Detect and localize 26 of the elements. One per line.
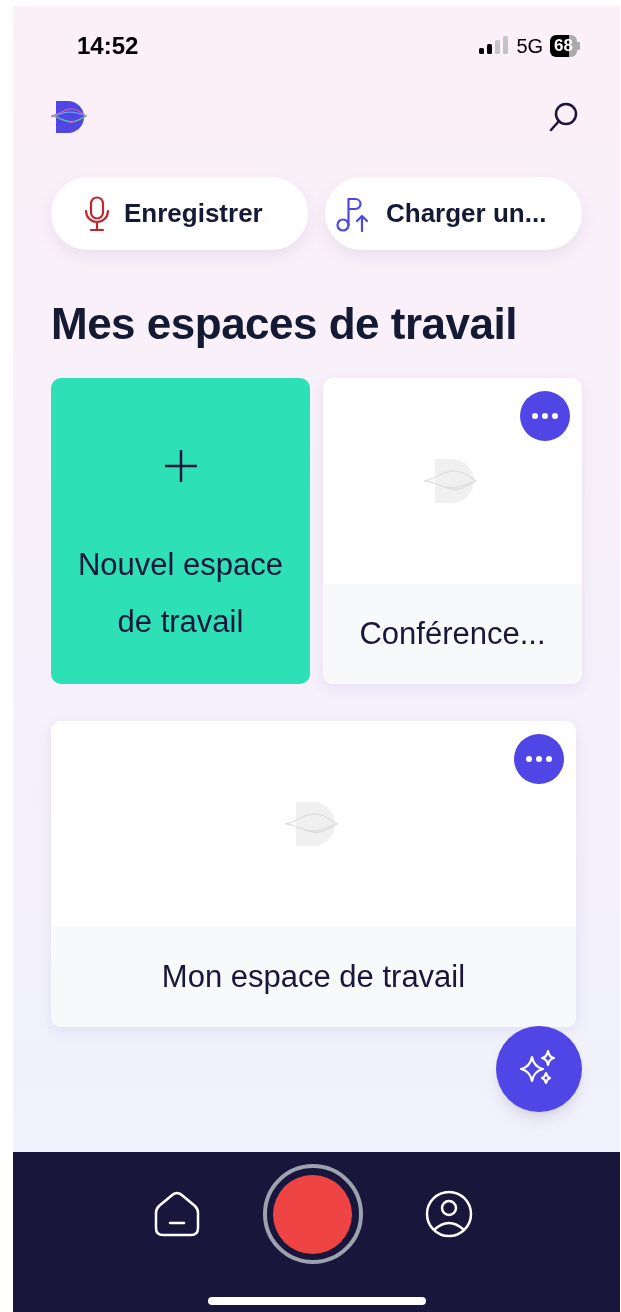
record-button[interactable]: Enregistrer — [51, 177, 308, 250]
more-options-button[interactable] — [520, 391, 570, 441]
plus-icon — [162, 448, 199, 484]
record-tab-button[interactable] — [262, 1164, 363, 1264]
more-icon — [532, 413, 558, 419]
home-icon — [152, 1190, 201, 1238]
user-icon — [424, 1190, 473, 1238]
search-icon[interactable] — [548, 101, 580, 133]
status-time: 14:52 — [77, 31, 139, 61]
battery-tip-icon — [577, 42, 580, 50]
microphone-icon — [84, 195, 110, 232]
card-title: Nouvel espace de travail — [76, 546, 285, 641]
app-logo — [51, 100, 89, 134]
page-title: Mes espaces de travail — [50, 298, 518, 350]
card-title: Conférence... — [359, 614, 546, 653]
more-icon — [526, 756, 552, 762]
home-tab[interactable] — [152, 1190, 201, 1238]
upload-button[interactable]: Charger un... — [325, 177, 582, 250]
network-label: 5G — [516, 34, 544, 59]
workspace-card[interactable]: Mon espace de travail — [51, 721, 576, 1027]
workspace-card[interactable]: Conférence... — [323, 378, 582, 684]
new-workspace-card[interactable]: Nouvel espace de travail — [51, 378, 310, 684]
profile-tab[interactable] — [424, 1190, 473, 1238]
card-title: Mon espace de travail — [161, 957, 466, 996]
more-options-button[interactable] — [514, 734, 564, 784]
signal-icon — [479, 36, 510, 56]
